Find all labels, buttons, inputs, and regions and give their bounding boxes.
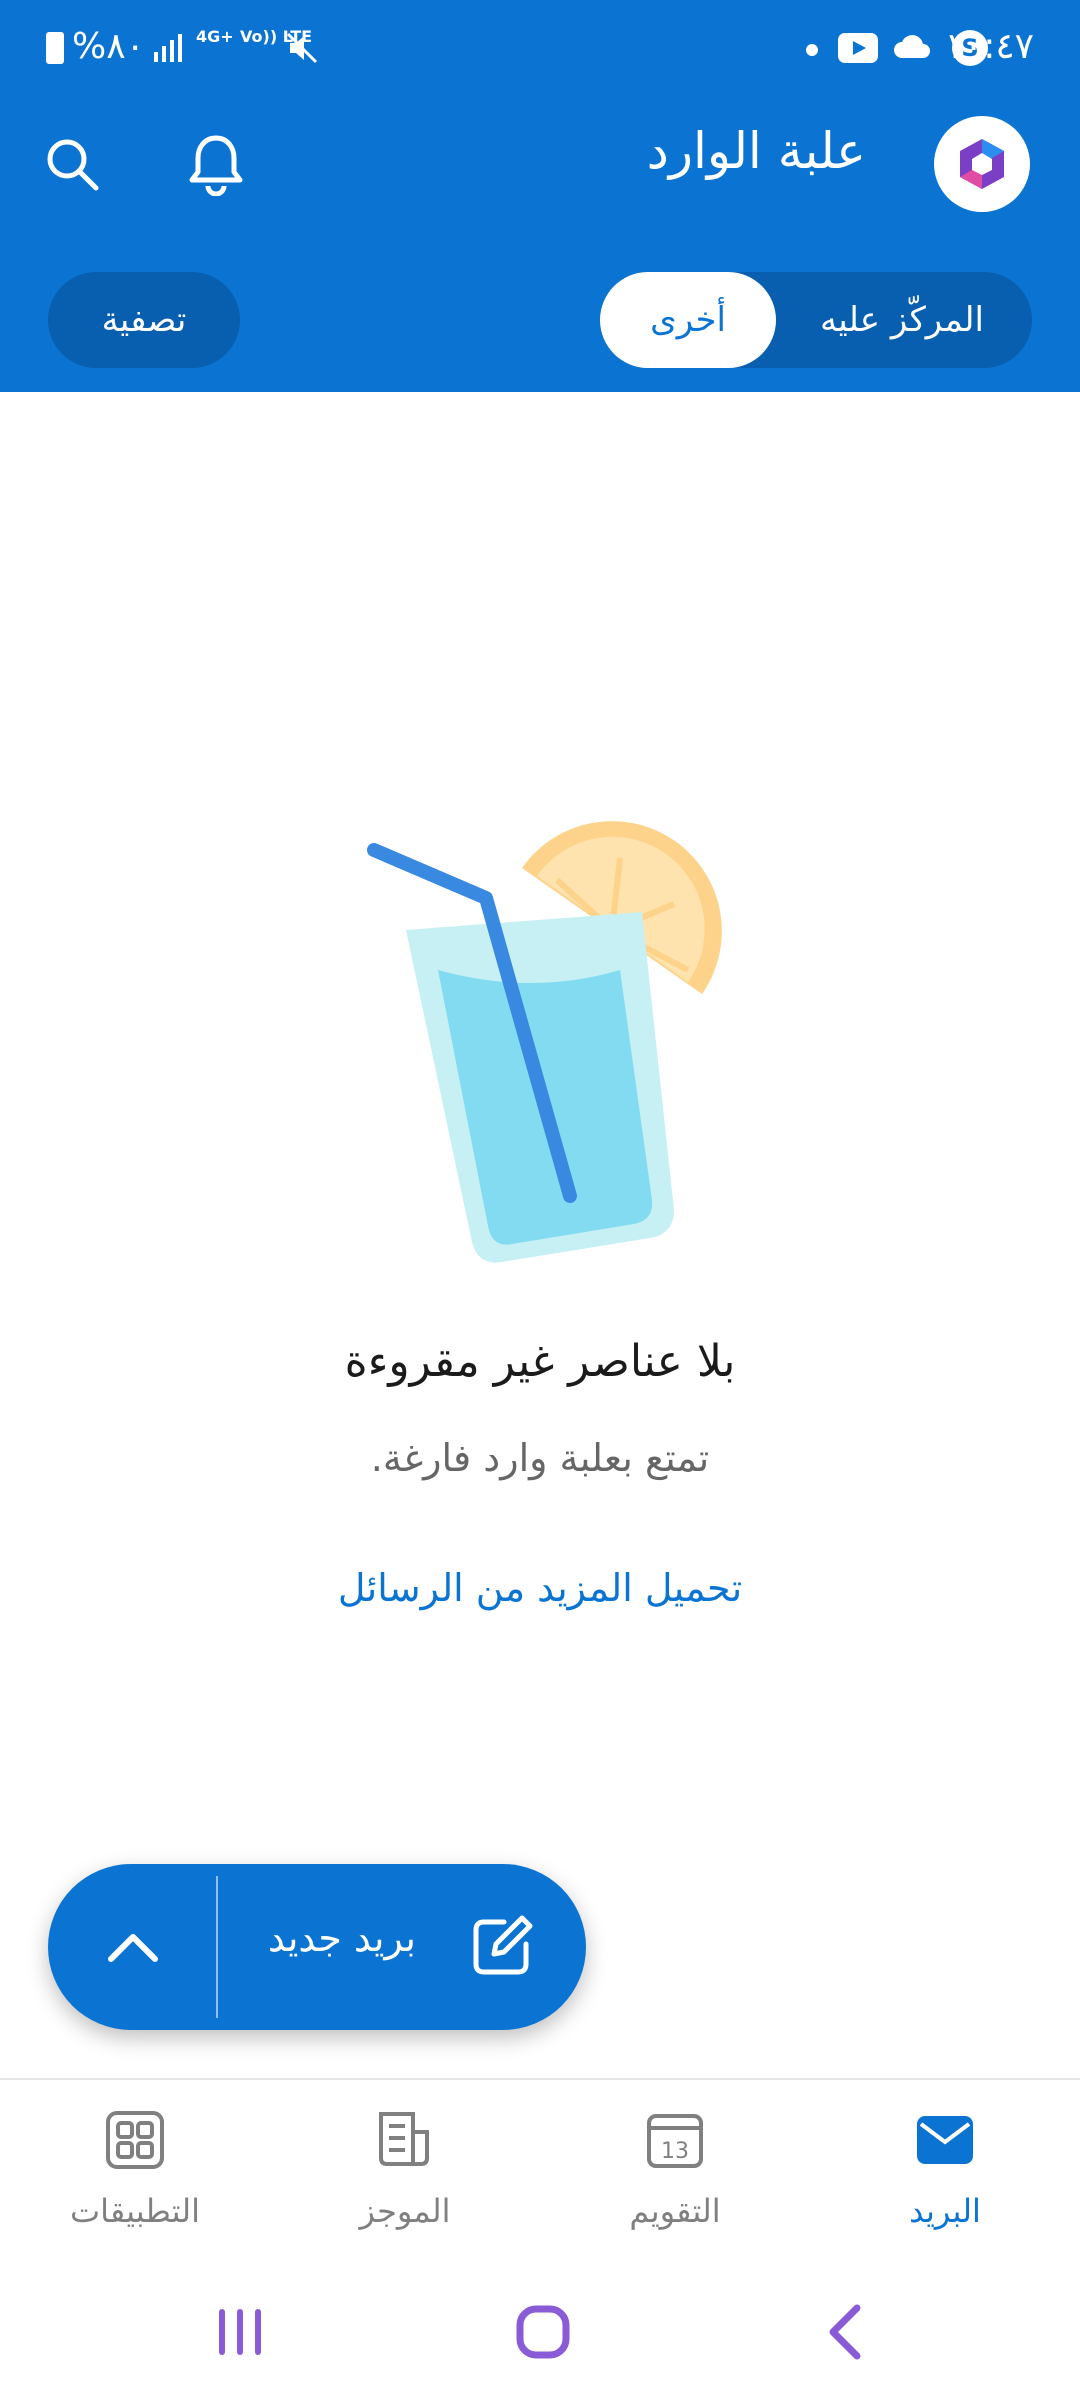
home-button[interactable] (508, 2302, 578, 2362)
signal-icon (154, 34, 182, 62)
new-mail-fab: بريد جديد (48, 1864, 586, 2030)
microsoft365-logo (960, 139, 1004, 189)
feed-icon (379, 2112, 429, 2166)
calendar-icon: 13 (647, 2114, 703, 2168)
nav-calendar-label: التقويم (629, 2192, 721, 2230)
back-button[interactable] (810, 2302, 880, 2362)
search-button[interactable] (32, 124, 112, 204)
calendar-day: 13 (661, 2139, 689, 2164)
load-more-link[interactable]: تحميل المزيد من الرسائل (0, 1566, 1080, 1610)
apps-icon (106, 2111, 164, 2169)
battery-level: %٨٠ (72, 26, 145, 67)
new-mail-button[interactable]: بريد جديد (218, 1864, 586, 2030)
expand-actions-button[interactable] (48, 1864, 218, 2030)
empty-inbox-illustration (367, 821, 722, 1263)
empty-state-title: بلا عناصر غير مقروءة (344, 1336, 736, 1387)
status-bar: %٨٠ 4G+ Vo)) LTE S ١٠:٤٧ (0, 0, 1080, 100)
page-title: علبة الوارد (646, 122, 866, 180)
nav-mail[interactable]: البريد (810, 2080, 1080, 2262)
bell-icon (189, 135, 243, 196)
clock: ١٠:٤٧ (944, 26, 1034, 67)
recent-apps-button[interactable] (205, 2302, 275, 2362)
youtube-icon (838, 33, 878, 63)
nav-mail-label: البريد (909, 2192, 981, 2230)
back-icon (829, 2304, 861, 2360)
tab-focused[interactable]: المركّز عليه (772, 272, 1032, 368)
empty-state-subtitle: تمتع بعلبة وارد فارغة. (370, 1436, 710, 1480)
battery-icon (46, 32, 64, 64)
nav-feed-label: الموجز (359, 2192, 451, 2230)
compose-icon (473, 1915, 533, 1975)
nav-apps[interactable]: التطبيقات (0, 2080, 270, 2262)
account-button[interactable] (934, 116, 1030, 212)
nav-apps-label: التطبيقات (70, 2192, 200, 2230)
inbox-tab-toggle: المركّز عليه أخرى (600, 272, 1032, 368)
bottom-navigation: البريد 13 التقويم الموجز التطبيقات (0, 2078, 1080, 2262)
search-icon (47, 139, 99, 191)
nav-calendar[interactable]: 13 التقويم (540, 2080, 810, 2262)
network-type: 4G+ (196, 27, 234, 46)
notifications-button[interactable] (176, 124, 256, 204)
nav-feed[interactable]: الموجز (270, 2080, 540, 2262)
system-navigation-bar (0, 2262, 1080, 2400)
recent-apps-icon (219, 2309, 261, 2355)
mail-icon (917, 2116, 973, 2164)
tab-other[interactable]: أخرى (600, 272, 776, 368)
chevron-up-icon (108, 1934, 158, 1962)
new-mail-label: بريد جديد (267, 1916, 416, 1960)
filter-button[interactable]: تصفية (48, 272, 240, 368)
mute-icon (286, 32, 318, 64)
notification-dot (806, 44, 818, 56)
home-icon (516, 2305, 570, 2359)
cloud-icon (894, 35, 930, 58)
